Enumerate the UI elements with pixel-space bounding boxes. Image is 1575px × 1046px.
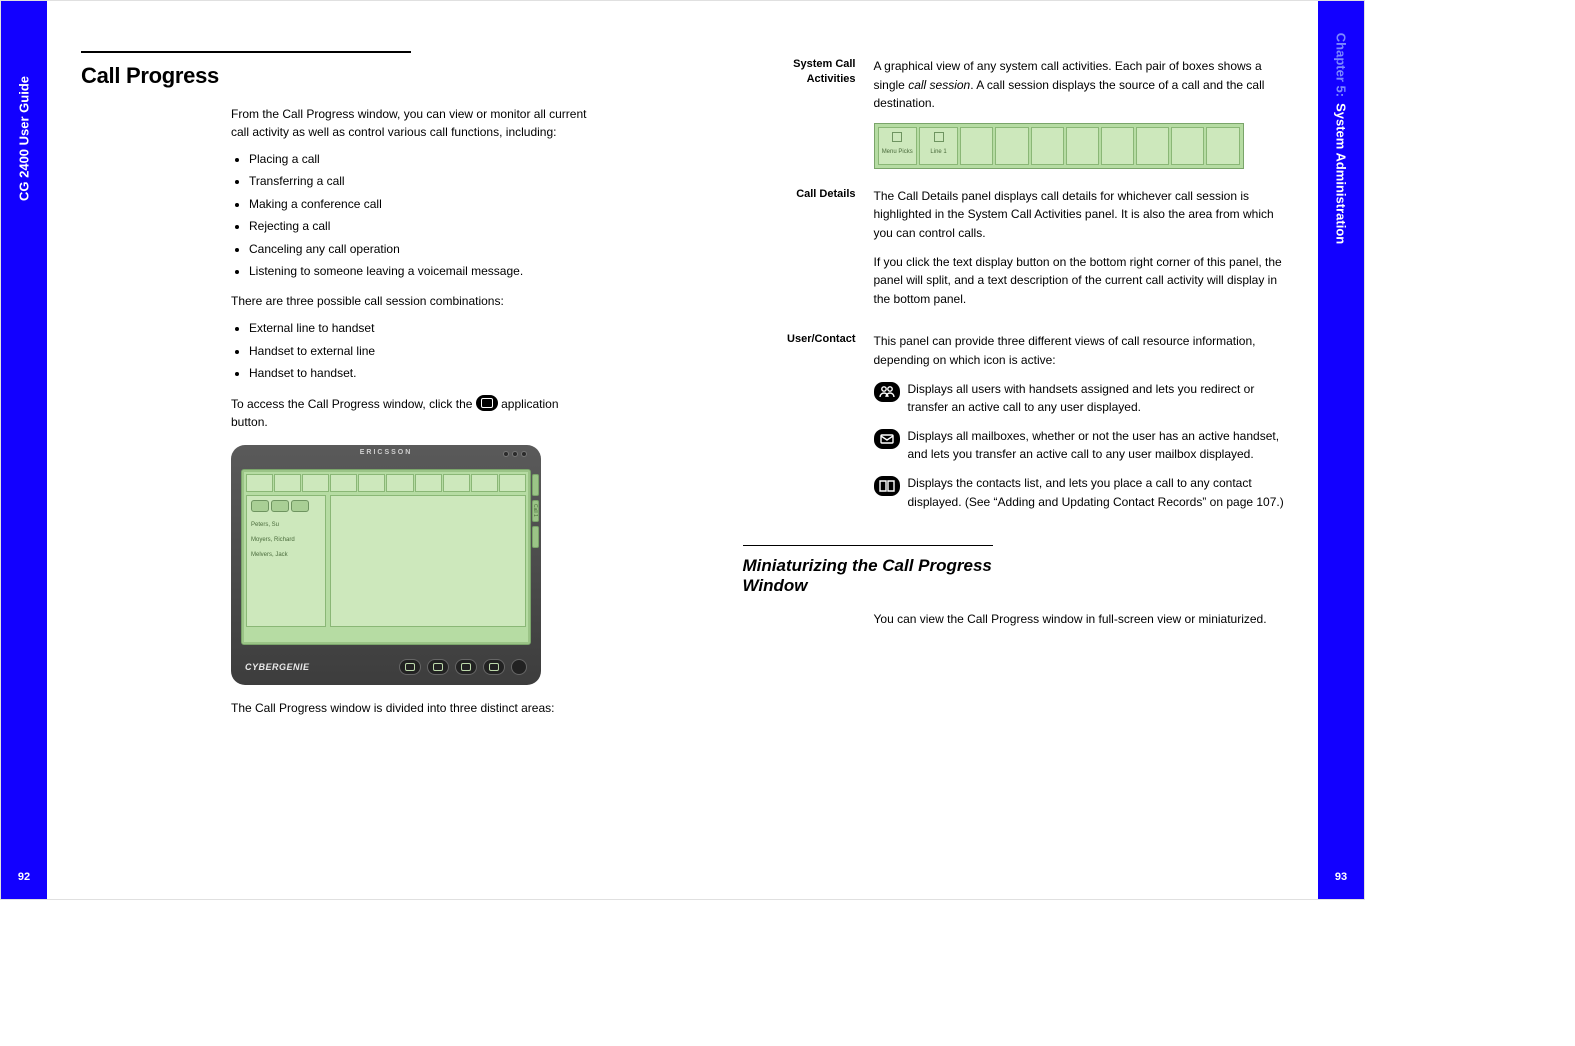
contacts-view-item: Displays the contacts list, and lets you… [874, 474, 1285, 511]
definition-body: This panel can provide three different v… [874, 332, 1285, 521]
sca-text-em: call session [908, 78, 970, 92]
device-button [427, 659, 449, 675]
user-contact-panel: Peters, Su Moyers, Richard Melvers, Jack [246, 495, 326, 627]
subsection-rule [743, 545, 993, 546]
list-item: Listening to someone leaving a voicemail… [249, 263, 596, 280]
window-divided-paragraph: The Call Progress window is divided into… [231, 699, 596, 717]
access-paragraph: To access the Call Progress window, clic… [231, 395, 596, 431]
session-cell [1206, 127, 1239, 165]
device-footer: CYBERGENIE [245, 657, 527, 677]
device-brand: ERICSSON [360, 449, 413, 456]
page-number-right: 93 [1335, 871, 1347, 883]
right-tab-title: System Administration [1334, 103, 1349, 244]
device-button [483, 659, 505, 675]
page-number-left: 92 [18, 871, 30, 883]
call-details-p2: If you click the text display button on … [874, 253, 1285, 309]
session-combos-intro: There are three possible call session co… [231, 292, 596, 310]
list-item: Canceling any call operation [249, 241, 596, 258]
device-indicator-leds [503, 451, 527, 457]
session-cell [1101, 127, 1134, 165]
call-progress-app-icon [476, 395, 498, 411]
list-item: Handset to external line [249, 343, 596, 360]
list-item: Making a conference call [249, 196, 596, 213]
call-progress-device-figure: ERICSSON Peters, Su Moyers, Richard Melv… [231, 445, 541, 685]
session-cell [1066, 127, 1099, 165]
mailbox-view-text: Displays all mailboxes, whether or not t… [908, 427, 1285, 464]
access-text-before: To access the Call Progress window, clic… [231, 397, 472, 411]
definition-body: The Call Details panel displays call det… [874, 187, 1285, 319]
list-item: Handset to handset. [249, 365, 596, 382]
user-list-row: Melvers, Jack [251, 552, 321, 559]
session-boxes-figure: Menu Picks Line 1 [874, 123, 1244, 169]
device-button-row [399, 659, 527, 675]
contacts-view-text: Displays the contacts list, and lets you… [908, 474, 1285, 511]
left-body-column: From the Call Progress window, you can v… [231, 105, 596, 717]
list-item: Rejecting a call [249, 218, 596, 235]
call-details-panel [330, 495, 526, 627]
user-contact-definition: User/Contact This panel can provide thre… [751, 332, 1285, 521]
contacts-book-icon [874, 476, 900, 496]
users-tab-icon [251, 500, 269, 512]
contacts-tab-icon [291, 500, 309, 512]
right-tab-chapter: Chapter 5: [1334, 33, 1349, 97]
device-logo: CYBERGENIE [245, 662, 310, 672]
screen-side-buttons: Call 1 [532, 474, 539, 548]
device-round-button [511, 659, 527, 675]
user-list-row: Moyers, Richard [251, 537, 321, 544]
section-title: Call Progress [81, 63, 623, 89]
user-contact-intro: This panel can provide three different v… [874, 332, 1285, 369]
miniaturizing-body: You can view the Call Progress window in… [874, 610, 1285, 629]
session-cell: Line 1 [919, 127, 958, 165]
device-screen: Peters, Su Moyers, Richard Melvers, Jack… [241, 469, 531, 645]
device-button [399, 659, 421, 675]
session-cell [1171, 127, 1204, 165]
mailbox-view-item: Displays all mailboxes, whether or not t… [874, 427, 1285, 464]
right-tab-text: Chapter 5: System Administration [1334, 33, 1349, 244]
call-details-definition: Call Details The Call Details panel disp… [751, 187, 1285, 319]
definition-label: User/Contact [751, 332, 856, 521]
functions-list: Placing a call Transferring a call Makin… [249, 151, 596, 280]
session-cell [995, 127, 1028, 165]
users-view-text: Displays all users with handsets assigne… [908, 380, 1285, 417]
session-cell [1031, 127, 1064, 165]
list-item: Placing a call [249, 151, 596, 168]
device-button [455, 659, 477, 675]
left-side-tab: CG 2400 User Guide 92 [1, 1, 47, 899]
definition-body: A graphical view of any system call acti… [874, 57, 1285, 173]
mailbox-tab-icon [271, 500, 289, 512]
users-view-item: Displays all users with handsets assigne… [874, 380, 1285, 417]
right-side-tab: Chapter 5: System Administration 93 [1318, 1, 1364, 899]
definition-label: System Call Activities [751, 57, 856, 173]
definition-label: Call Details [751, 187, 856, 319]
session-combos-list: External line to handset Handset to exte… [249, 320, 596, 382]
section-rule [81, 51, 411, 53]
mailbox-icon [874, 429, 900, 449]
session-cell: Menu Picks [878, 127, 917, 165]
system-call-activities-definition: System Call Activities A graphical view … [751, 57, 1285, 173]
session-cell [1136, 127, 1169, 165]
session-cell [960, 127, 993, 165]
subsection-title: Miniaturizing the Call Progress Window [743, 556, 1043, 596]
left-tab-text: CG 2400 User Guide [17, 76, 32, 201]
users-icon [874, 382, 900, 402]
call-details-p1: The Call Details panel displays call det… [874, 187, 1285, 243]
user-list-row: Peters, Su [251, 522, 321, 529]
right-page: Chapter 5: System Administration 93 Syste… [683, 1, 1365, 899]
left-page: CG 2400 User Guide 92 Call Progress From… [1, 1, 683, 899]
list-item: Transferring a call [249, 173, 596, 190]
list-item: External line to handset [249, 320, 596, 337]
intro-paragraph: From the Call Progress window, you can v… [231, 105, 596, 141]
system-call-activities-row [246, 474, 526, 492]
